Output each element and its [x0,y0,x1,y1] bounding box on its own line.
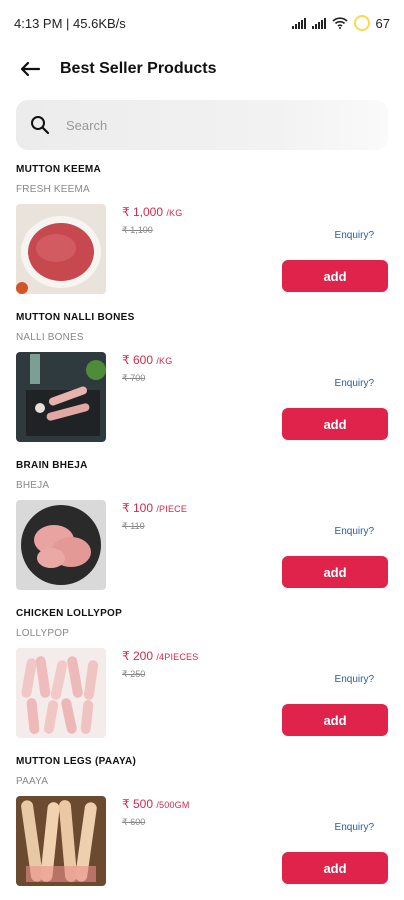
wifi-icon [331,17,348,29]
product-image[interactable] [16,796,106,886]
list-item: BRAIN BHEJA BHEJA ₹ 100 /PIECE ₹ 110 Enq… [16,446,388,594]
product-subtitle: NALLI BONES [16,332,84,343]
list-item: MUTTON NALLI BONES NALLI BONES ₹ 600 /KG… [16,298,388,446]
product-name: BRAIN BHEJA [16,460,88,471]
enquiry-link[interactable]: Enquiry? [335,526,374,537]
search-input[interactable] [64,116,318,134]
product-mrp: ₹ 600 [122,817,146,827]
back-button[interactable] [16,55,44,83]
product-name: CHICKEN LOLLYPOP [16,608,123,619]
product-name: MUTTON NALLI BONES [16,312,135,323]
search-icon [31,116,50,135]
app-header: Best Seller Products [0,46,404,92]
arrow-left-icon [20,61,41,77]
enquiry-link[interactable]: Enquiry? [335,378,374,389]
add-button[interactable]: add [282,852,388,884]
enquiry-link[interactable]: Enquiry? [335,822,374,833]
product-image[interactable] [16,352,106,442]
add-button[interactable]: add [282,408,388,440]
enquiry-link[interactable]: Enquiry? [335,230,374,241]
product-name: MUTTON KEEMA [16,164,102,175]
add-button[interactable]: add [282,260,388,292]
battery-icon [353,15,370,31]
list-item: MUTTON KEEMA FRESH KEEMA ₹ 1,000 /KG ₹ 1… [16,150,388,298]
price-unit: /4PIECES [156,652,199,662]
status-icons: 67 [291,15,390,31]
product-price: ₹ 100 /PIECE [122,501,188,515]
product-subtitle: FRESH KEEMA [16,184,90,195]
product-list: MUTTON KEEMA FRESH KEEMA ₹ 1,000 /KG ₹ 1… [0,150,404,890]
product-price: ₹ 500 /500GM [122,797,190,811]
page-title: Best Seller Products [60,60,217,77]
product-image[interactable] [16,204,106,294]
status-bar: 4:13 PM | 45.6KB/s 67 [0,0,404,46]
price-unit: /KG [156,356,173,366]
add-button[interactable]: add [282,704,388,736]
product-price: ₹ 200 /4PIECES [122,649,199,663]
product-image[interactable] [16,500,106,590]
search-bar[interactable] [16,100,388,150]
product-name: MUTTON LEGS (PAAYA) [16,756,137,767]
status-time-speed: 4:13 PM | 45.6KB/s [14,15,126,31]
list-item: MUTTON LEGS (PAAYA) PAAYA ₹ 500 /500GM ₹… [16,742,388,890]
price-unit: /PIECE [156,504,188,514]
product-mrp: ₹ 250 [122,669,146,679]
price-unit: /500GM [156,800,190,810]
product-mrp: ₹ 1,100 [122,225,153,235]
add-button[interactable]: add [282,556,388,588]
product-subtitle: BHEJA [16,480,50,491]
product-subtitle: LOLLYPOP [16,628,70,639]
product-price: ₹ 600 /KG [122,353,173,367]
battery-level: 67 [375,15,390,31]
signal-icon-2 [311,17,326,29]
enquiry-link[interactable]: Enquiry? [335,674,374,685]
product-mrp: ₹ 700 [122,373,146,383]
product-mrp: ₹ 110 [122,521,145,531]
signal-icon [291,17,306,29]
product-price: ₹ 1,000 /KG [122,205,183,219]
product-image[interactable] [16,648,106,738]
list-item: CHICKEN LOLLYPOP LOLLYPOP ₹ 200 /4PIECES… [16,594,388,742]
price-unit: /KG [166,208,183,218]
product-subtitle: PAAYA [16,776,49,787]
